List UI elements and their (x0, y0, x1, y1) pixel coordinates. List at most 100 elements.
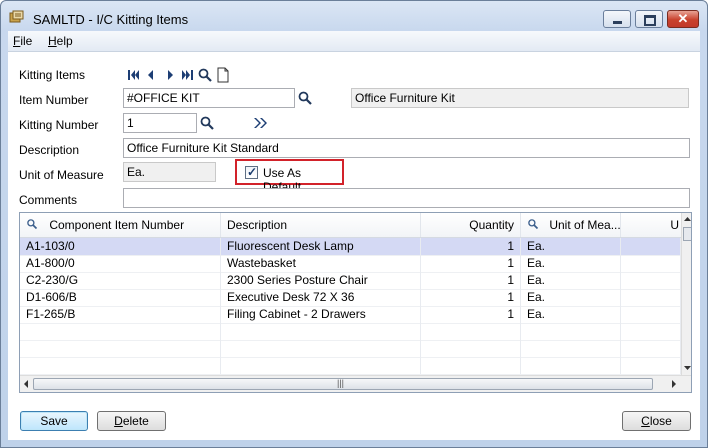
table-cell[interactable] (421, 323, 521, 340)
table-cell[interactable]: 1 (421, 272, 521, 289)
empty-table-row[interactable] (20, 323, 681, 341)
previous-icon[interactable] (143, 67, 159, 83)
menu-file-rest: ile (20, 34, 33, 48)
table-cell[interactable]: Fluorescent Desk Lamp (221, 238, 421, 255)
table-cell[interactable]: Ea. (521, 255, 621, 272)
table-cell[interactable] (621, 238, 681, 255)
table-cell[interactable]: 1 (421, 255, 521, 272)
delete-button-key: D (114, 414, 123, 428)
item-finder-icon[interactable] (297, 90, 313, 106)
scroll-down-icon[interactable] (682, 362, 692, 374)
table-cell[interactable] (221, 340, 421, 357)
column-header-unit[interactable]: Unit of Mea... (521, 213, 621, 237)
column-header-u[interactable]: U (621, 213, 681, 237)
table-cell[interactable]: Ea. (521, 306, 621, 323)
maximize-icon (644, 15, 656, 26)
save-button[interactable]: Save (20, 411, 88, 431)
table-cell[interactable] (20, 323, 221, 340)
table-cell[interactable] (621, 340, 681, 357)
vertical-scrollbar[interactable] (681, 213, 692, 375)
kitting-number-field[interactable]: 1 (123, 113, 197, 133)
checkmark-icon: ✓ (247, 165, 258, 179)
table-cell[interactable]: Ea. (521, 272, 621, 289)
empty-table-row[interactable] (20, 340, 681, 358)
table-cell[interactable]: 1 (421, 289, 521, 306)
table-cell[interactable]: Wastebasket (221, 255, 421, 272)
last-icon[interactable] (179, 67, 195, 83)
table-cell[interactable]: A1-800/0 (20, 255, 221, 272)
maximize-button[interactable] (635, 10, 663, 28)
scroll-right-icon[interactable] (668, 376, 680, 392)
table-cell[interactable]: Filing Cabinet - 2 Drawers (221, 306, 421, 323)
unit-of-measure-label: Unit of Measure (19, 168, 104, 182)
unit-of-measure-field: Ea. (123, 162, 216, 182)
menu-bar: File Help (8, 31, 700, 52)
table-cell[interactable] (421, 340, 521, 357)
table-cell[interactable]: C2-230/G (20, 272, 221, 289)
table-cell[interactable]: 1 (421, 238, 521, 255)
client-area: File Help Kitting Items Item Number #OFF… (8, 31, 700, 440)
main-window: SAMLTD - I/C Kitting Items ✕ File Help K… (0, 0, 708, 448)
comments-field[interactable] (123, 188, 690, 208)
vertical-scroll-thumb[interactable] (683, 227, 691, 241)
close-window-button[interactable]: ✕ (667, 10, 699, 28)
table-row[interactable]: C2-230/G 2300 Series Posture Chair 1 Ea. (20, 272, 681, 290)
table-row[interactable]: A1-800/0 Wastebasket 1 Ea. (20, 255, 681, 273)
column-header-description[interactable]: Description (221, 213, 421, 237)
new-icon[interactable] (215, 67, 231, 83)
components-grid[interactable]: Component Item Number Description Quanti… (19, 212, 692, 393)
grip-icon: ||| (337, 378, 345, 388)
table-cell[interactable] (621, 357, 681, 374)
column-header-component[interactable]: Component Item Number (20, 213, 221, 237)
menu-help[interactable]: Help (48, 34, 73, 48)
scroll-left-icon[interactable] (20, 376, 32, 392)
zoom-icon[interactable] (252, 115, 268, 131)
kitting-finder-icon[interactable] (199, 115, 215, 131)
title-bar[interactable]: SAMLTD - I/C Kitting Items ✕ (1, 1, 707, 31)
table-cell[interactable] (221, 357, 421, 374)
column-header-quantity[interactable]: Quantity (421, 213, 521, 237)
horizontal-scroll-thumb[interactable]: ||| (33, 378, 653, 390)
table-cell[interactable]: D1-606/B (20, 289, 221, 306)
table-row[interactable]: D1-606/B Executive Desk 72 X 36 1 Ea. (20, 289, 681, 307)
close-button[interactable]: Close (622, 411, 691, 431)
table-cell[interactable]: 1 (421, 306, 521, 323)
table-cell[interactable]: F1-265/B (20, 306, 221, 323)
table-cell[interactable]: Ea. (521, 289, 621, 306)
app-icon (9, 10, 24, 23)
table-cell[interactable] (521, 340, 621, 357)
table-cell[interactable] (621, 289, 681, 306)
next-icon[interactable] (162, 67, 178, 83)
menu-file[interactable]: File (13, 34, 32, 48)
table-cell[interactable] (20, 357, 221, 374)
table-cell[interactable] (621, 323, 681, 340)
item-description-field: Office Furniture Kit (351, 88, 689, 108)
table-cell[interactable]: Executive Desk 72 X 36 (221, 289, 421, 306)
use-as-default-highlight: ✓ Use As Default (235, 159, 344, 194)
table-cell[interactable]: A1-103/0 (20, 238, 221, 255)
first-icon[interactable] (126, 67, 142, 83)
table-cell[interactable] (421, 357, 521, 374)
table-cell[interactable]: Ea. (521, 238, 621, 255)
table-cell[interactable] (521, 323, 621, 340)
table-cell[interactable] (621, 306, 681, 323)
table-row[interactable]: A1-103/0 Fluorescent Desk Lamp 1 Ea. (20, 238, 681, 256)
finder-icon[interactable] (197, 67, 213, 83)
table-cell[interactable] (521, 357, 621, 374)
minimize-button[interactable] (603, 10, 631, 28)
item-number-field[interactable]: #OFFICE KIT (123, 88, 295, 108)
scroll-up-icon[interactable] (682, 213, 692, 225)
horizontal-scrollbar[interactable]: ||| (20, 375, 691, 392)
table-cell[interactable] (621, 255, 681, 272)
table-cell[interactable] (20, 340, 221, 357)
comments-label: Comments (19, 193, 78, 207)
empty-table-row[interactable] (20, 357, 681, 375)
table-cell[interactable]: 2300 Series Posture Chair (221, 272, 421, 289)
item-number-label: Item Number (19, 93, 89, 107)
use-as-default-checkbox[interactable]: ✓ (245, 165, 258, 179)
table-cell[interactable] (221, 323, 421, 340)
delete-button[interactable]: Delete (97, 411, 166, 431)
table-cell[interactable] (621, 272, 681, 289)
description-field[interactable]: Office Furniture Kit Standard (123, 138, 690, 158)
table-row[interactable]: F1-265/B Filing Cabinet - 2 Drawers 1 Ea. (20, 306, 681, 324)
